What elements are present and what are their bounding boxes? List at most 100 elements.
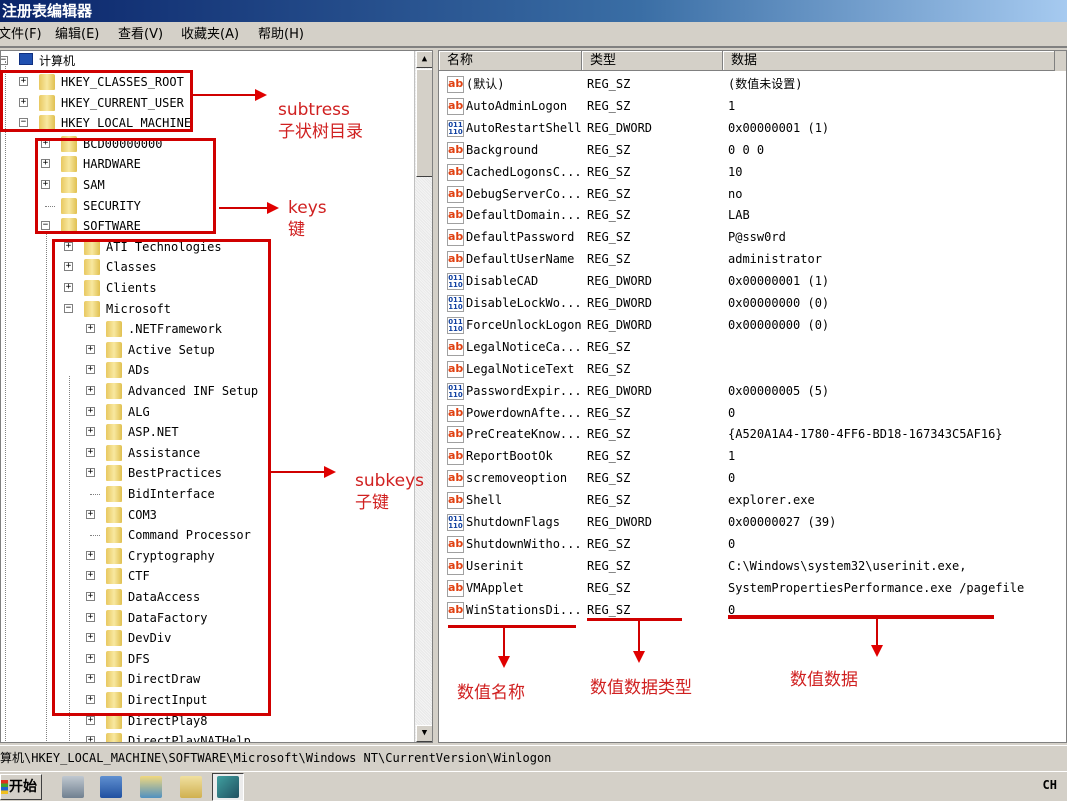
annotation-box-subkeys: [52, 239, 271, 716]
input-language-indicator[interactable]: CH: [1043, 778, 1057, 792]
annotation-keys-zh: 键: [288, 220, 305, 240]
column-type[interactable]: 类型: [582, 51, 723, 71]
tree-scrollbar[interactable]: ▲ ▼: [414, 51, 432, 742]
string-value-icon: ab: [447, 97, 464, 115]
value-row[interactable]: ab LegalNoticeText REG_SZ: [439, 358, 1066, 380]
regedit-task-button[interactable]: [212, 773, 244, 801]
value-type: REG_SZ: [587, 558, 631, 573]
annotation-line: [503, 628, 505, 656]
value-row[interactable]: ab Background REG_SZ 0 0 0: [439, 139, 1066, 161]
regedit-icon: [217, 776, 239, 798]
value-type: REG_SZ: [587, 405, 631, 420]
value-row[interactable]: ab scremoveoption REG_SZ 0: [439, 467, 1066, 489]
value-type: REG_SZ: [587, 580, 631, 595]
value-row[interactable]: ab DefaultDomain... REG_SZ LAB: [439, 204, 1066, 226]
value-row[interactable]: ab LegalNoticeCa... REG_SZ: [439, 336, 1066, 358]
value-row[interactable]: ab Userinit REG_SZ C:\Windows\system32\user…: [439, 555, 1066, 577]
value-data: C:\Windows\system32\userinit.exe,: [728, 558, 967, 573]
value-row[interactable]: 011 110 DisableLockWo... REG_DWORD 0x0000000…: [439, 292, 1066, 314]
windows-logo-icon: [1, 780, 8, 794]
arrow-down-icon: [633, 651, 645, 663]
status-bar: 计算机\HKEY_LOCAL_MACHINE\SOFTWARE\Microsof…: [0, 745, 1067, 769]
powershell-icon[interactable]: [100, 776, 122, 798]
binary-value-icon: 011 110: [447, 295, 464, 312]
value-row[interactable]: ab DefaultUserName REG_SZ administrator: [439, 248, 1066, 270]
value-data: 0x00000000 (0): [728, 317, 830, 332]
start-label: 开始: [9, 779, 37, 795]
annotation-box-keys: [35, 138, 216, 234]
value-row[interactable]: ab VMApplet REG_SZ SystemPropertiesPerforma…: [439, 577, 1066, 599]
annotation-underline-type: [587, 618, 682, 621]
annotation-underline-data: [728, 615, 994, 619]
annotation-value-type: 数值数据类型: [590, 678, 692, 698]
value-name: (默认): [466, 77, 505, 91]
menu-help[interactable]: 帮助(H): [258, 22, 304, 48]
notepad-icon[interactable]: [180, 776, 202, 798]
value-row[interactable]: ab PreCreateKnow... REG_SZ {A520A1A4-1780-4…: [439, 423, 1066, 445]
scroll-up-icon[interactable]: ▲: [416, 51, 432, 68]
annotation-line: [638, 621, 640, 651]
value-name: Shell: [466, 493, 503, 508]
menu-file[interactable]: 文件(F): [0, 22, 42, 48]
server-manager-icon[interactable]: [62, 776, 84, 798]
value-data: (数值未设置): [728, 77, 803, 91]
tree-label: 计算机: [39, 54, 76, 68]
value-row[interactable]: 011 110 DisableCAD REG_DWORD 0x00000001 (1): [439, 270, 1066, 292]
expand-icon[interactable]: +: [86, 715, 95, 725]
value-row[interactable]: ab DebugServerCo... REG_SZ no: [439, 183, 1066, 205]
value-type: REG_SZ: [587, 252, 631, 267]
annotation-value-name: 数值名称: [457, 683, 525, 703]
expand-icon[interactable]: +: [86, 736, 95, 742]
binary-value-icon: 011 110: [447, 316, 464, 334]
collapse-icon[interactable]: −: [1, 56, 8, 65]
value-row[interactable]: 011 110 ForceUnlockLogon REG_DWORD 0x0000000…: [439, 314, 1066, 336]
value-row[interactable]: 011 110 AutoRestartShell REG_DWORD 0x0000000…: [439, 117, 1066, 139]
value-type: REG_SZ: [587, 230, 631, 245]
value-row[interactable]: ab AutoAdminLogon REG_SZ 1: [439, 95, 1066, 117]
string-value-icon: ab: [447, 163, 464, 181]
explorer-icon[interactable]: [140, 776, 162, 798]
value-row[interactable]: 011 110 ShutdownFlags REG_DWORD 0x00000027 (…: [439, 511, 1066, 533]
arrow-right-icon: [267, 202, 279, 214]
value-name: WinStationsDi...: [466, 602, 582, 617]
value-row[interactable]: ab DefaultPassword REG_SZ P@ssw0rd: [439, 226, 1066, 248]
menu-bar: 文件(F) 编辑(E) 查看(V) 收藏夹(A) 帮助(H): [0, 22, 1067, 48]
value-name: AutoRestartShell: [466, 120, 582, 135]
scroll-thumb[interactable]: [416, 69, 432, 177]
values-list-pane: 名称 类型 数据 ab (默认) REG_SZ (数值未设置) ab AutoAdminL…: [438, 50, 1067, 743]
string-value-icon: ab: [447, 207, 464, 225]
value-type: REG_SZ: [587, 536, 631, 551]
value-type: REG_DWORD: [587, 296, 653, 310]
string-value-icon: ab: [447, 557, 464, 575]
menu-view[interactable]: 查看(V): [118, 22, 163, 48]
value-data: 0: [728, 536, 736, 551]
value-type: REG_DWORD: [587, 383, 653, 398]
annotation-underline-name: [448, 625, 576, 628]
annotation-subtrees-zh: 子状树目录: [278, 122, 363, 142]
string-value-icon: ab: [447, 426, 464, 444]
value-row[interactable]: ab Shell REG_SZ explorer.exe: [439, 489, 1066, 511]
arrow-down-icon: [498, 656, 510, 668]
value-row[interactable]: ab PowerdownAfte... REG_SZ 0: [439, 402, 1066, 424]
column-data[interactable]: 数据: [723, 51, 1055, 71]
value-name: DisableLockWo...: [466, 296, 582, 310]
value-data: 0: [728, 471, 736, 486]
value-row[interactable]: ab (默认) REG_SZ (数值未设置): [439, 73, 1066, 95]
value-row[interactable]: ab ShutdownWitho... REG_SZ 0: [439, 533, 1066, 555]
value-name: CachedLogonsC...: [466, 164, 582, 179]
value-row[interactable]: ab CachedLogonsC... REG_SZ 10: [439, 161, 1066, 183]
value-type: REG_SZ: [587, 449, 631, 464]
scroll-down-icon[interactable]: ▼: [416, 725, 432, 742]
tree-item[interactable]: + DirectPlayNATHelp: [1, 731, 411, 742]
start-button[interactable]: 开始: [0, 774, 42, 800]
value-row[interactable]: 011 110 PasswordExpir... REG_DWORD 0x0000000…: [439, 380, 1066, 402]
value-type: REG_SZ: [587, 427, 631, 442]
value-type: REG_SZ: [587, 339, 631, 354]
column-name[interactable]: 名称: [439, 51, 582, 71]
menu-edit[interactable]: 编辑(E): [55, 22, 99, 48]
tree-guide-line: [5, 61, 6, 741]
value-data: 1: [728, 449, 736, 464]
value-row[interactable]: ab ReportBootOk REG_SZ 1: [439, 445, 1066, 467]
value-type: REG_SZ: [587, 493, 631, 508]
menu-favorites[interactable]: 收藏夹(A): [181, 22, 239, 48]
